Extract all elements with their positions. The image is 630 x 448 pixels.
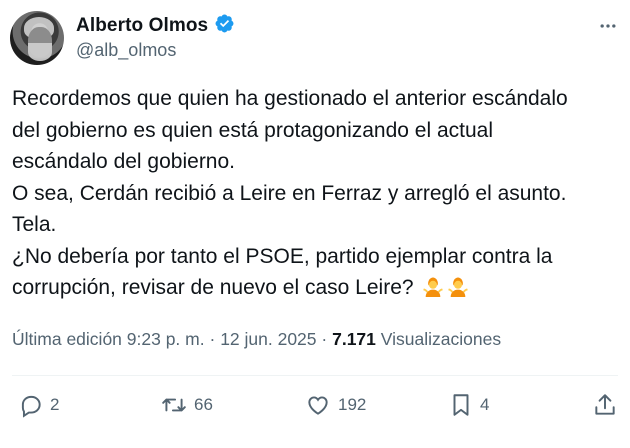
- views-count: 7.171: [332, 329, 376, 349]
- action-bar: 2 66 192 4: [0, 392, 630, 426]
- tweet-last-line: corrupción, revisar de nuevo el caso Lei…: [12, 272, 618, 304]
- author-name[interactable]: Alberto Olmos: [76, 15, 208, 37]
- like-button[interactable]: 192: [304, 392, 366, 418]
- meta-separator: ·: [321, 329, 328, 349]
- tweet-text: Recordemos que quien ha gestionado el an…: [12, 83, 618, 304]
- more-options-icon[interactable]: [596, 14, 620, 38]
- bookmark-icon: [453, 394, 469, 416]
- meta-separator: ·: [209, 329, 216, 349]
- heart-icon: [308, 396, 328, 415]
- verified-badge-icon: [214, 13, 235, 39]
- tweet-line: Recordemos que quien ha gestionado el an…: [12, 87, 568, 110]
- post-date[interactable]: 12 jun. 2025: [220, 329, 316, 349]
- retweet-count: 66: [194, 395, 213, 414]
- reply-icon: [21, 395, 41, 418]
- tweet-line: ¿No debería por tanto el PSOE, partido e…: [12, 244, 553, 268]
- person-shrugging-emoji-icon: [448, 277, 469, 297]
- bookmark-button[interactable]: 4: [448, 392, 489, 418]
- person-shrugging-emoji-icon: [423, 277, 444, 297]
- retweet-icon: [162, 398, 186, 412]
- share-icon: [595, 394, 615, 415]
- tweet-line: corrupción, revisar de nuevo el caso Lei…: [12, 276, 414, 299]
- tweet-line: O sea, Cerdán recibió a Leire en Ferraz …: [12, 181, 567, 205]
- bookmark-count: 4: [480, 395, 490, 414]
- edited-label[interactable]: Última edición: [12, 329, 122, 349]
- reply-count: 2: [50, 395, 60, 414]
- retweet-button[interactable]: 66: [160, 392, 213, 418]
- tweet-line: escándalo del gobierno.: [12, 150, 236, 173]
- views-label: Visualizaciones: [380, 329, 502, 349]
- tweet-meta: Última edición 9:23 p. m. · 12 jun. 2025…: [12, 329, 501, 350]
- avatar[interactable]: [10, 11, 64, 65]
- reply-button[interactable]: 2: [18, 392, 59, 418]
- share-button[interactable]: [592, 392, 618, 418]
- author-handle[interactable]: @alb_olmos: [76, 40, 176, 61]
- divider: [12, 375, 618, 376]
- post-time[interactable]: 9:23 p. m.: [127, 329, 205, 349]
- like-count: 192: [338, 395, 367, 414]
- author-row: Alberto Olmos: [76, 13, 235, 39]
- tweet-line: Tela.: [12, 213, 57, 236]
- tweet-line: del gobierno es quien está protagonizand…: [12, 118, 494, 142]
